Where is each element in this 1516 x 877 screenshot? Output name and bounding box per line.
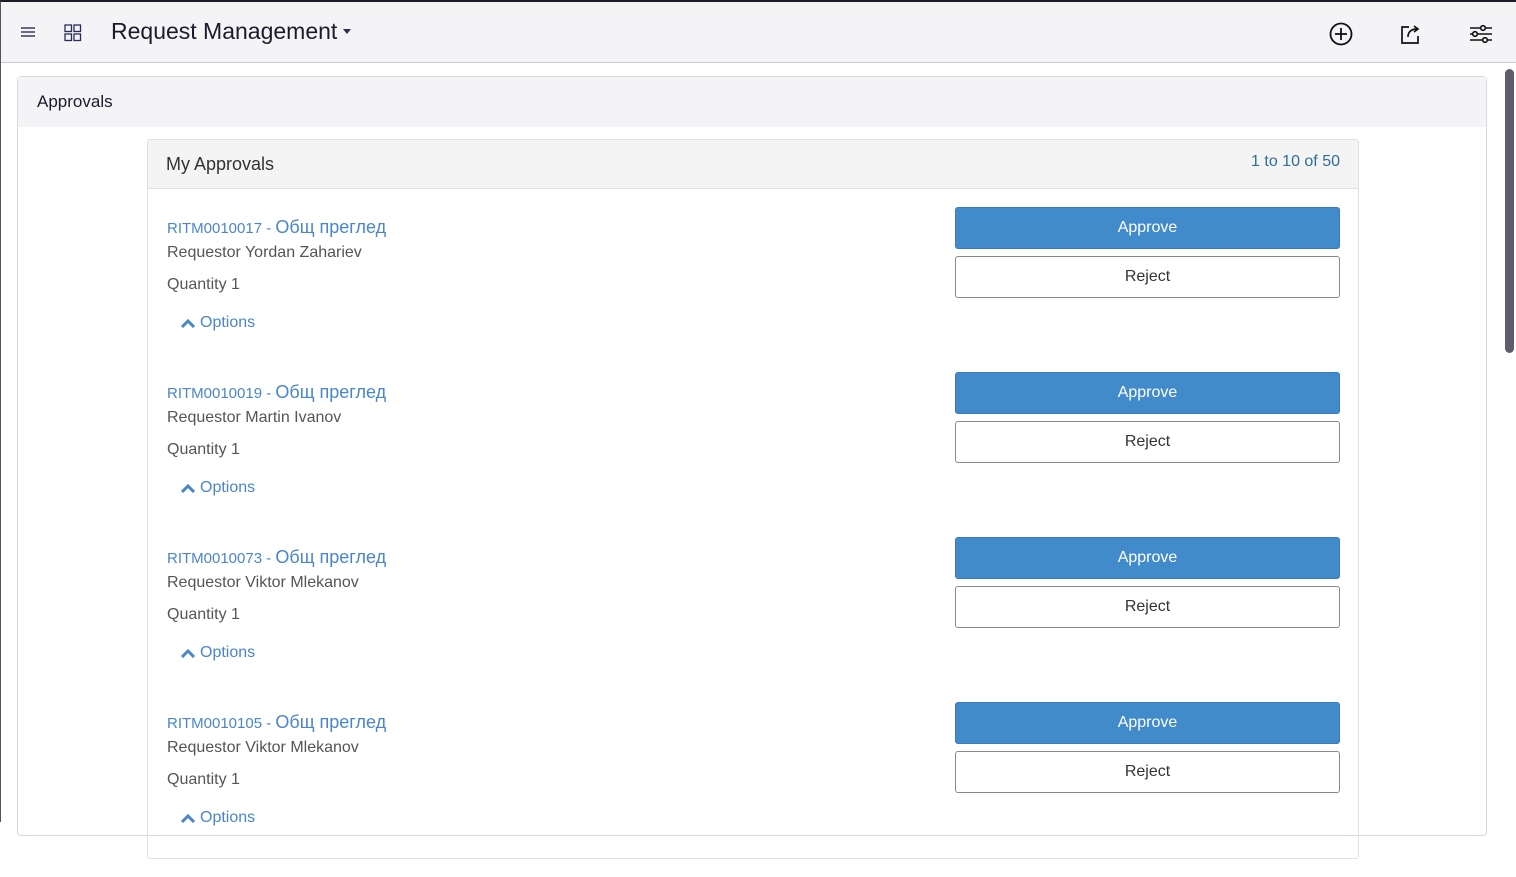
requestor: Requestor Yordan Zahariev [167, 244, 362, 262]
separator: - [262, 220, 275, 237]
approval-item: RITM0010073 - Общ преглед Requestor Vikt… [148, 547, 1358, 712]
approval-item: RITM0010019 - Общ преглед Requestor Mart… [148, 382, 1358, 547]
approve-button[interactable]: Approve [955, 207, 1340, 249]
chevron-up-icon [181, 648, 195, 658]
chevron-down-icon[interactable] [343, 29, 351, 34]
approve-button[interactable]: Approve [955, 702, 1340, 744]
request-name[interactable]: Общ преглед [275, 382, 386, 402]
top-bar: Request Management [1, 2, 1516, 63]
options-toggle[interactable]: Options [181, 644, 255, 662]
approval-item: RITM0010017 - Общ преглед Requestor Yord… [148, 217, 1358, 382]
approval-item: RITM0010105 - Общ преглед Requestor Vikt… [148, 712, 1358, 877]
my-approvals-title: My Approvals [166, 154, 274, 175]
request-link[interactable]: RITM0010105 - Общ преглед [167, 712, 386, 733]
request-link[interactable]: RITM0010019 - Общ преглед [167, 382, 386, 403]
options-toggle[interactable]: Options [181, 314, 255, 332]
requestor: Requestor Viktor Mlekanov [167, 739, 359, 757]
request-name[interactable]: Общ преглед [275, 217, 386, 237]
reject-button[interactable]: Reject [955, 586, 1340, 628]
approvals-panel: Approvals My Approvals 1 to 10 of 50 RIT… [17, 76, 1487, 836]
reject-button[interactable]: Reject [955, 751, 1340, 793]
options-label: Options [200, 644, 255, 662]
requestor: Requestor Martin Ivanov [167, 409, 341, 427]
approve-button[interactable]: Approve [955, 372, 1340, 414]
menu-icon[interactable] [19, 24, 37, 40]
share-icon[interactable] [1398, 21, 1424, 47]
request-link[interactable]: RITM0010073 - Общ преглед [167, 547, 386, 568]
options-label: Options [200, 809, 255, 827]
app-title[interactable]: Request Management [111, 18, 337, 45]
reject-button[interactable]: Reject [955, 421, 1340, 463]
quantity: Quantity 1 [167, 771, 240, 789]
settings-sliders-icon[interactable] [1467, 21, 1495, 47]
requestor: Requestor Viktor Mlekanov [167, 574, 359, 592]
request-name[interactable]: Общ преглед [275, 712, 386, 732]
request-number[interactable]: RITM0010019 [167, 385, 262, 402]
request-name[interactable]: Общ преглед [275, 547, 386, 567]
request-link[interactable]: RITM0010017 - Общ преглед [167, 217, 386, 238]
chevron-up-icon [181, 483, 195, 493]
add-circle-icon[interactable] [1328, 21, 1354, 47]
apps-grid-icon[interactable] [63, 23, 83, 43]
options-toggle[interactable]: Options [181, 479, 255, 497]
request-number[interactable]: RITM0010105 [167, 715, 262, 732]
options-toggle[interactable]: Options [181, 809, 255, 827]
request-number[interactable]: RITM0010017 [167, 220, 262, 237]
separator: - [262, 385, 275, 402]
my-approvals-card: My Approvals 1 to 10 of 50 RITM0010017 -… [147, 139, 1359, 859]
pagination-count: 1 to 10 of 50 [1251, 153, 1340, 171]
chevron-up-icon [181, 318, 195, 328]
approvals-title: Approvals [18, 77, 1486, 127]
scrollbar-thumb[interactable] [1505, 69, 1514, 353]
quantity: Quantity 1 [167, 276, 240, 294]
reject-button[interactable]: Reject [955, 256, 1340, 298]
approve-button[interactable]: Approve [955, 537, 1340, 579]
quantity: Quantity 1 [167, 441, 240, 459]
options-label: Options [200, 479, 255, 497]
quantity: Quantity 1 [167, 606, 240, 624]
request-number[interactable]: RITM0010073 [167, 550, 262, 567]
separator: - [262, 715, 275, 732]
options-label: Options [200, 314, 255, 332]
scrollbar[interactable] [1502, 63, 1516, 824]
separator: - [262, 550, 275, 567]
